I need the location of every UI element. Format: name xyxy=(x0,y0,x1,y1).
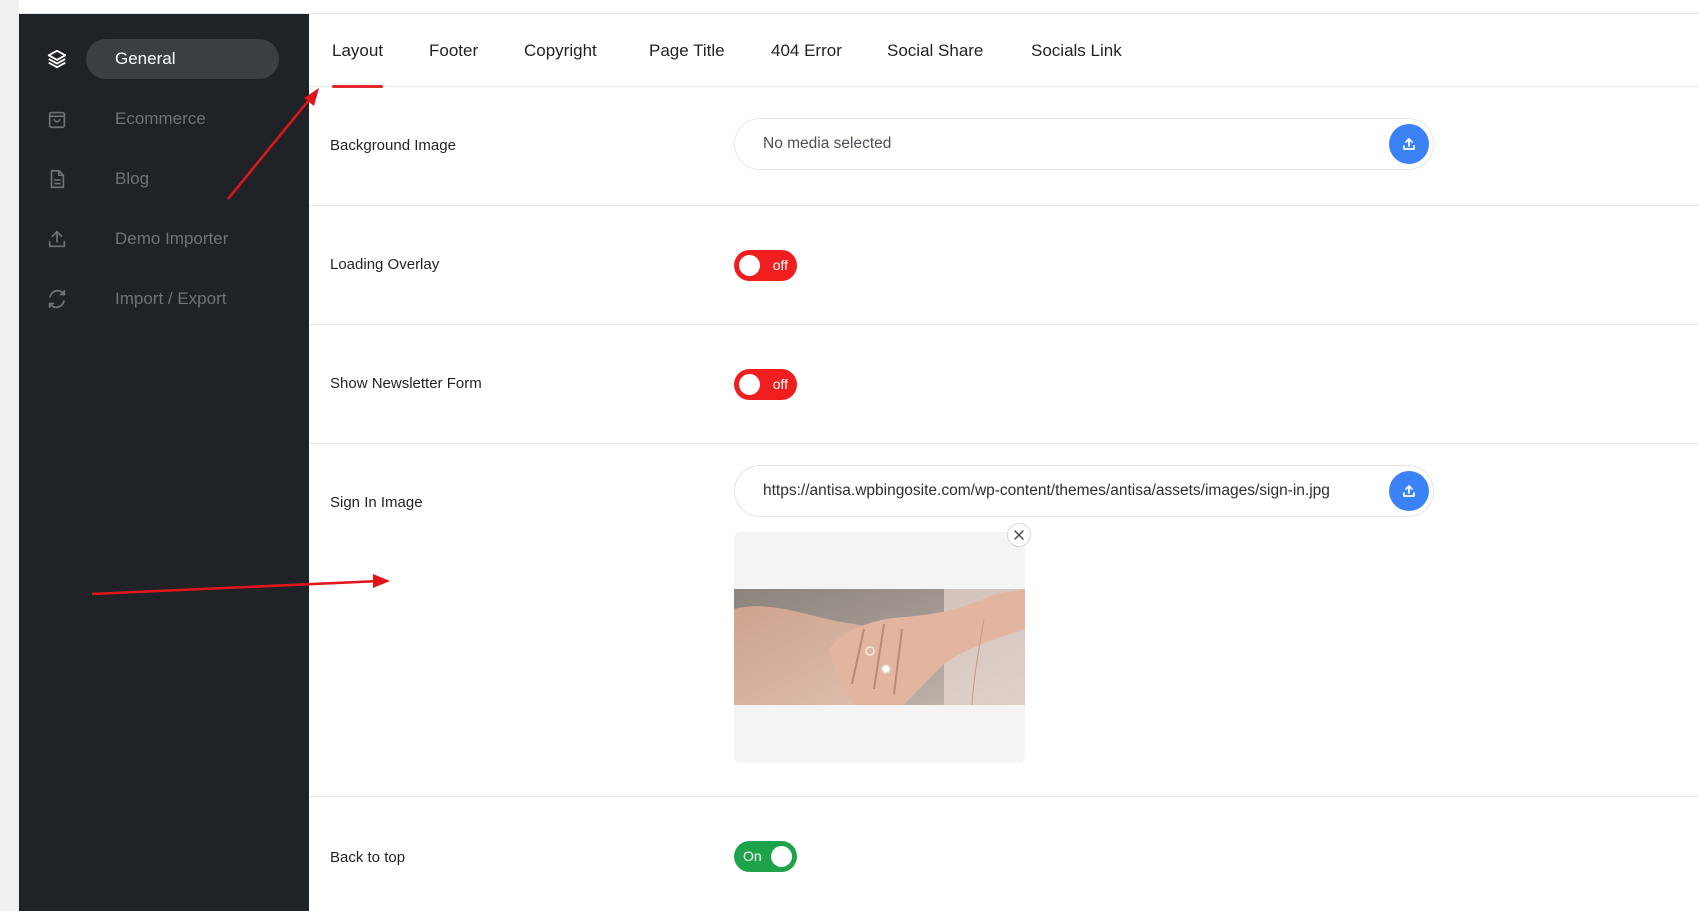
layers-icon xyxy=(45,47,69,71)
sidebar-item-import-export[interactable]: Import / Export xyxy=(19,279,309,319)
setting-row-background-image: Background Image xyxy=(309,87,1699,206)
hands-ring-photo xyxy=(734,589,1025,705)
background-image-upload-button[interactable] xyxy=(1389,124,1429,164)
upload-icon xyxy=(1401,136,1417,152)
close-icon xyxy=(1014,530,1024,540)
tab-footer[interactable]: Footer xyxy=(429,14,478,87)
sign-in-image-input[interactable] xyxy=(763,466,1363,516)
tab-layout[interactable]: Layout xyxy=(332,14,384,88)
window-left-edge xyxy=(0,0,19,911)
toggle-state-label: off xyxy=(772,376,788,392)
sidebar-item-label: Ecommerce xyxy=(115,109,206,128)
newsletter-form-toggle[interactable]: off xyxy=(734,369,797,400)
sign-in-image-field xyxy=(734,465,1434,517)
toggle-knob xyxy=(771,846,792,867)
toggle-state-label: off xyxy=(772,257,788,273)
sidebar-item-label: Import / Export xyxy=(115,289,227,308)
toggle-state-label: On xyxy=(743,848,762,864)
sidebar: General Ecommerce Blog Demo Importer Imp… xyxy=(19,14,309,911)
tab-page-title[interactable]: Page Title xyxy=(649,14,725,87)
setting-label: Background Image xyxy=(330,137,456,154)
document-icon xyxy=(45,167,69,191)
sidebar-item-label: Blog xyxy=(115,169,150,188)
toggle-knob xyxy=(739,255,760,276)
sidebar-item-demo-importer[interactable]: Demo Importer xyxy=(19,219,309,259)
sidebar-item-general[interactable]: General xyxy=(19,39,309,79)
sidebar-item-ecommerce[interactable]: Ecommerce xyxy=(19,99,309,139)
sidebar-item-blog[interactable]: Blog xyxy=(19,159,309,199)
sidebar-item-label: General xyxy=(115,49,176,68)
setting-row-newsletter-form: Show Newsletter Form off xyxy=(309,325,1699,444)
settings-tabs: Layout Footer Copyright Page Title 404 E… xyxy=(309,14,1699,88)
background-image-input[interactable] xyxy=(763,119,1363,169)
back-to-top-toggle[interactable]: On xyxy=(734,841,797,872)
sidebar-item-label: Demo Importer xyxy=(115,229,229,248)
setting-label: Sign In Image xyxy=(330,494,423,511)
setting-label: Back to top xyxy=(330,849,406,866)
setting-label: Show Newsletter Form xyxy=(330,375,482,392)
refresh-icon xyxy=(45,287,69,311)
setting-label: Loading Overlay xyxy=(330,256,440,273)
tab-copyright[interactable]: Copyright xyxy=(524,14,597,87)
tab-404-error[interactable]: 404 Error xyxy=(771,14,842,87)
background-image-field xyxy=(734,118,1434,170)
sign-in-image-preview xyxy=(734,523,1031,763)
tab-socials-link[interactable]: Socials Link xyxy=(1031,14,1122,87)
window-top-edge xyxy=(19,0,1699,14)
upload-icon xyxy=(45,227,69,251)
upload-icon xyxy=(1401,483,1417,499)
sign-in-image-upload-button[interactable] xyxy=(1389,471,1429,511)
loading-overlay-toggle[interactable]: off xyxy=(734,250,797,281)
setting-row-back-to-top: Back to top On xyxy=(309,797,1699,911)
tab-social-share[interactable]: Social Share xyxy=(887,14,983,87)
shopping-bag-icon xyxy=(45,107,69,131)
setting-row-sign-in-image: Sign In Image xyxy=(309,444,1699,797)
remove-image-button[interactable] xyxy=(1007,523,1031,547)
setting-row-loading-overlay: Loading Overlay off xyxy=(309,206,1699,325)
toggle-knob xyxy=(739,374,760,395)
